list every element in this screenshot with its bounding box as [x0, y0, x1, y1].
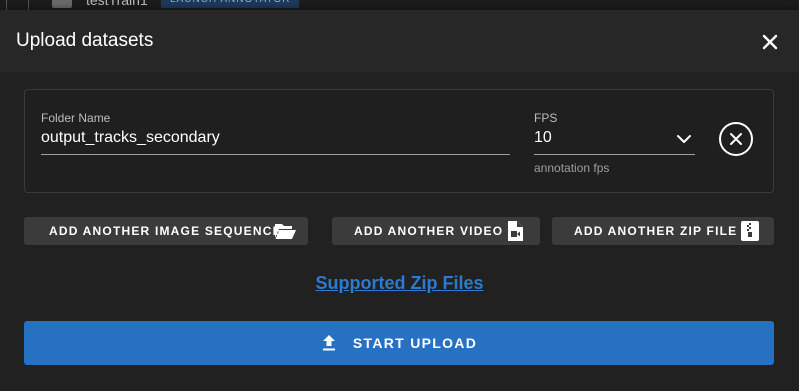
dataset-entry-card: Folder Name FPS 10 annotation fps [24, 89, 774, 193]
close-button[interactable] [755, 27, 785, 57]
folder-open-icon [275, 224, 296, 239]
fps-select[interactable]: 10 [534, 128, 552, 148]
upload-dialog: Upload datasets Folder Name FPS 10 annot… [0, 10, 799, 391]
circle-close-icon [730, 133, 742, 145]
fps-label: FPS [534, 111, 558, 125]
start-upload-button[interactable]: START UPLOAD [24, 321, 774, 365]
add-image-sequence-button[interactable]: ADD ANOTHER IMAGE SEQUENCE [24, 217, 308, 245]
folder-name-label: Folder Name [41, 111, 111, 125]
add-image-sequence-label: ADD ANOTHER IMAGE SEQUENCE [49, 224, 282, 238]
background-table-row: testTrain1 LAUNCH ANNOTATOR [0, 0, 799, 10]
close-icon [762, 34, 778, 50]
dataset-name: testTrain1 [86, 0, 148, 8]
add-video-label: ADD ANOTHER VIDEO [354, 224, 504, 238]
zip-file-icon [741, 221, 759, 241]
table-divider [28, 0, 29, 10]
upload-icon [322, 335, 335, 351]
folder-name-field[interactable] [41, 128, 509, 148]
fps-hint: annotation fps [534, 161, 610, 175]
row-checkbox[interactable] [52, 0, 72, 8]
table-divider [6, 0, 7, 10]
remove-entry-button[interactable] [719, 122, 753, 156]
folder-name-underline [41, 154, 510, 155]
launch-annotator-button[interactable]: LAUNCH ANNOTATOR [161, 0, 300, 8]
dialog-header: Upload datasets [0, 10, 799, 72]
start-upload-label: START UPLOAD [352, 335, 478, 351]
fps-underline [534, 154, 695, 155]
supported-zip-files-link[interactable]: Supported Zip Files [0, 272, 799, 294]
video-file-icon [508, 221, 523, 241]
dialog-title: Upload datasets [16, 30, 154, 51]
add-zip-file-label: ADD ANOTHER ZIP FILE [574, 224, 738, 238]
add-video-button[interactable]: ADD ANOTHER VIDEO [332, 217, 540, 245]
add-zip-file-button[interactable]: ADD ANOTHER ZIP FILE [552, 217, 774, 245]
chevron-down-icon[interactable] [673, 130, 695, 148]
